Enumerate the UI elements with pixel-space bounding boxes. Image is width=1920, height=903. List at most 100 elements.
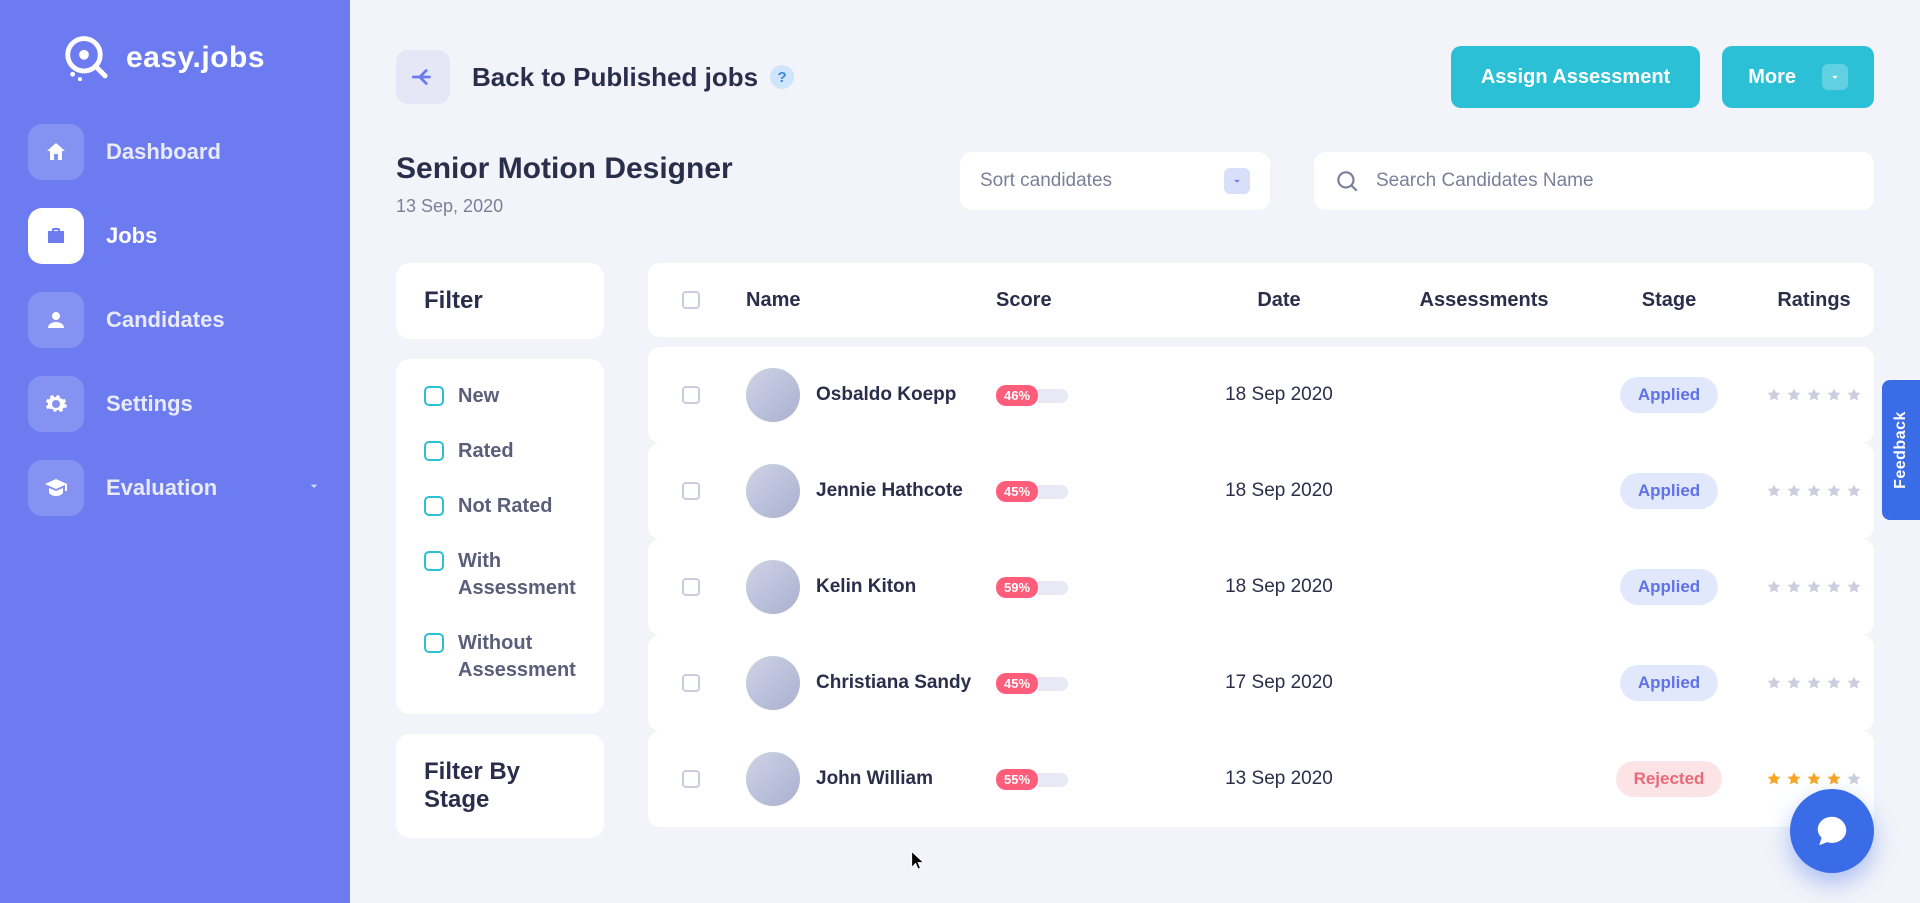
- filter-without-assessment[interactable]: Without Assessment: [424, 630, 576, 684]
- nav-dashboard[interactable]: Dashboard: [28, 124, 322, 180]
- checkbox-icon: [424, 551, 444, 571]
- row-checkbox[interactable]: [682, 386, 700, 404]
- nav-label: Candidates: [106, 307, 225, 333]
- col-score: Score: [984, 289, 1174, 312]
- filter-heading: Filter: [396, 263, 604, 339]
- arrow-left-icon: [410, 64, 436, 90]
- search-input[interactable]: [1376, 170, 1854, 192]
- search-box[interactable]: [1314, 152, 1874, 210]
- table-row[interactable]: John William55%13 Sep 2020Rejected: [648, 731, 1874, 827]
- candidate-name: Christiana Sandy: [816, 671, 971, 695]
- stage-badge: Applied: [1620, 473, 1718, 509]
- rating-stars[interactable]: [1754, 483, 1874, 499]
- more-button[interactable]: More: [1722, 46, 1874, 108]
- more-label: More: [1748, 66, 1796, 89]
- stage-badge: Applied: [1620, 665, 1718, 701]
- stage-badge: Applied: [1620, 569, 1718, 605]
- filter-label: Without Assessment: [458, 630, 576, 684]
- chevron-down-icon: [1822, 64, 1848, 90]
- nav-evaluation[interactable]: Evaluation: [28, 460, 322, 516]
- filter-label: New: [458, 383, 499, 410]
- avatar: [746, 368, 800, 422]
- filter-options-card: New Rated Not Rated With Assessment With…: [396, 359, 604, 714]
- checkbox-icon: [424, 496, 444, 516]
- chat-fab[interactable]: [1790, 789, 1874, 873]
- table-row[interactable]: Jennie Hathcote45%18 Sep 2020Applied: [648, 443, 1874, 539]
- home-icon: [28, 124, 84, 180]
- candidate-name: Jennie Hathcote: [816, 479, 963, 503]
- table-row[interactable]: Osbaldo Koepp46%18 Sep 2020Applied: [648, 347, 1874, 443]
- row-checkbox[interactable]: [682, 674, 700, 692]
- col-name: Name: [734, 289, 984, 312]
- filter-with-assessment[interactable]: With Assessment: [424, 548, 576, 602]
- stage-badge: Rejected: [1616, 761, 1723, 797]
- row-checkbox[interactable]: [682, 578, 700, 596]
- select-all-checkbox[interactable]: [682, 291, 700, 309]
- col-ratings: Ratings: [1754, 289, 1874, 312]
- back-button[interactable]: [396, 50, 450, 104]
- gear-icon: [28, 376, 84, 432]
- main-nav: Dashboard Jobs Candidates Settings Evalu…: [28, 124, 322, 516]
- date-cell: 13 Sep 2020: [1174, 768, 1384, 790]
- content-body: Filter New Rated Not Rated With Assessme…: [396, 263, 1874, 838]
- nav-label: Jobs: [106, 223, 157, 249]
- rating-stars[interactable]: [1754, 387, 1874, 403]
- filter-not-rated[interactable]: Not Rated: [424, 493, 576, 520]
- filter-new[interactable]: New: [424, 383, 576, 410]
- date-cell: 18 Sep 2020: [1174, 576, 1384, 598]
- nav-candidates[interactable]: Candidates: [28, 292, 322, 348]
- stage-badge: Applied: [1620, 377, 1718, 413]
- filter-heading-card: Filter: [396, 263, 604, 339]
- feedback-label: Feedback: [1892, 411, 1910, 489]
- candidate-name: John William: [816, 767, 933, 791]
- briefcase-icon: [28, 208, 84, 264]
- user-icon: [28, 292, 84, 348]
- job-date: 13 Sep, 2020: [396, 196, 733, 217]
- row-checkbox[interactable]: [682, 482, 700, 500]
- score-badge: 45%: [996, 481, 1068, 502]
- table-row[interactable]: Christiana Sandy 45% 17 Sep 2020 Applied: [648, 635, 1874, 731]
- table-row[interactable]: Kelin Kiton59%18 Sep 2020Applied: [648, 539, 1874, 635]
- date-cell: 17 Sep 2020: [1174, 672, 1384, 694]
- row-checkbox[interactable]: [682, 770, 700, 788]
- filter-label: With Assessment: [458, 548, 576, 602]
- avatar: [746, 464, 800, 518]
- rating-stars[interactable]: [1754, 675, 1874, 691]
- avatar: [746, 560, 800, 614]
- table-header: Name Score Date Assessments Stage Rating…: [648, 263, 1874, 337]
- brand-logo[interactable]: easy.jobs: [58, 32, 322, 84]
- rating-stars[interactable]: [1754, 771, 1874, 787]
- candidates-table: Name Score Date Assessments Stage Rating…: [648, 263, 1874, 838]
- filter-label: Not Rated: [458, 493, 552, 520]
- score-badge: 45%: [996, 673, 1068, 694]
- assign-assessment-button[interactable]: Assign Assessment: [1451, 46, 1700, 108]
- filter-stage-heading: Filter By Stage: [396, 734, 604, 838]
- col-assessments: Assessments: [1384, 289, 1584, 312]
- nav-jobs[interactable]: Jobs: [28, 208, 322, 264]
- filter-rated[interactable]: Rated: [424, 438, 576, 465]
- rating-stars[interactable]: [1754, 579, 1874, 595]
- graduation-icon: [28, 460, 84, 516]
- brand-icon: [58, 32, 110, 84]
- feedback-tab[interactable]: Feedback: [1882, 380, 1920, 520]
- job-title: Senior Motion Designer: [396, 152, 733, 186]
- help-icon[interactable]: ?: [770, 65, 794, 89]
- col-date: Date: [1174, 289, 1384, 312]
- nav-label: Settings: [106, 391, 193, 417]
- brand-name: easy.jobs: [126, 41, 265, 75]
- nav-settings[interactable]: Settings: [28, 376, 322, 432]
- col-stage: Stage: [1584, 289, 1754, 312]
- main-content: Back to Published jobs ? Assign Assessme…: [350, 0, 1920, 903]
- filter-stage-heading-card: Filter By Stage: [396, 734, 604, 838]
- sort-dropdown[interactable]: Sort candidates: [960, 152, 1270, 210]
- candidate-name: Osbaldo Koepp: [816, 383, 956, 407]
- score-badge: 59%: [996, 577, 1068, 598]
- filter-label: Rated: [458, 438, 514, 465]
- chat-icon: [1813, 812, 1851, 850]
- checkbox-icon: [424, 633, 444, 653]
- filter-panel: Filter New Rated Not Rated With Assessme…: [396, 263, 604, 838]
- score-badge: 46%: [996, 385, 1068, 406]
- nav-label: Dashboard: [106, 139, 221, 165]
- checkbox-icon: [424, 441, 444, 461]
- search-icon: [1334, 168, 1360, 194]
